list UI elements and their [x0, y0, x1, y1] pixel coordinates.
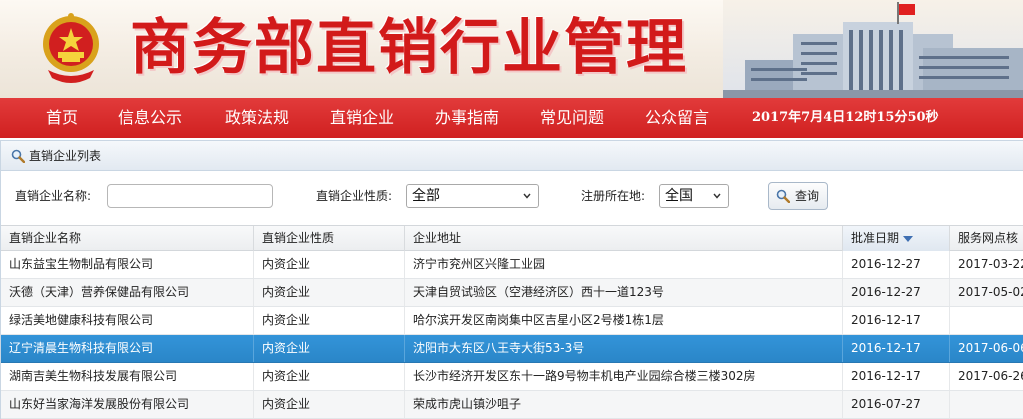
cell-approval-date: 2016-12-17	[843, 307, 950, 334]
cell-company-name: 辽宁清晨生物科技有限公司	[1, 335, 254, 362]
column-header-approval-date[interactable]: 批准日期	[843, 226, 950, 251]
cell-service-outlets: 2017-06-26	[958, 369, 1023, 383]
region-label: 注册所在地:	[581, 189, 646, 203]
column-header-address[interactable]: 企业地址	[405, 226, 843, 251]
cell-approval-date: 2016-07-27	[843, 391, 950, 418]
cell-address: 沈阳市大东区八王寺大街53-3号	[405, 335, 843, 362]
national-emblem-icon	[43, 13, 99, 83]
company-table: 直销企业名称 直销企业性质 企业地址 批准日期 服务网点核 山东益宝生物制品有限…	[1, 225, 1023, 419]
table-row[interactable]: 山东益宝生物制品有限公司 内资企业 济宁市兖州区兴隆工业园 2016-12-27…	[1, 251, 1023, 279]
main-nav: 首页 信息公示 政策法规 直销企业 办事指南 常见问题 公众留言 2017年7月…	[0, 98, 1023, 138]
query-button[interactable]: 查询	[768, 182, 828, 210]
query-button-label: 查询	[795, 189, 820, 203]
cell-company-name: 湖南吉美生物科技发展有限公司	[1, 363, 254, 390]
date-time-clock: 2017年7月4日12时15分50秒	[752, 110, 939, 125]
nav-item-policies[interactable]: 政策法规	[225, 98, 289, 138]
cell-company-type: 内资企业	[254, 279, 405, 306]
magnifier-icon	[11, 149, 25, 163]
table-row[interactable]: 沃德（天津）营养保健品有限公司 内资企业 天津自贸试验区（空港经济区）西十一道1…	[1, 279, 1023, 307]
column-header-company-type[interactable]: 直销企业性质	[254, 226, 405, 251]
header-banner: 商务部直销行业管理	[0, 0, 1023, 98]
cell-company-name: 沃德（天津）营养保健品有限公司	[1, 279, 254, 306]
cell-address: 济宁市兖州区兴隆工业园	[405, 251, 843, 278]
cell-company-type: 内资企业	[254, 251, 405, 278]
column-header-service-outlets[interactable]: 服务网点核	[950, 226, 1023, 251]
table-row-selected[interactable]: 辽宁清晨生物科技有限公司 内资企业 沈阳市大东区八王寺大街53-3号 2016-…	[1, 335, 1023, 363]
cell-address: 长沙市经济开发区东十一路9号物丰机电产业园综合楼三楼302房	[405, 363, 843, 390]
cell-service-outlets	[950, 307, 1023, 334]
cell-service-outlets: 2017-03-22	[958, 257, 1023, 271]
nav-item-faq[interactable]: 常见问题	[540, 98, 604, 138]
cell-company-name: 山东益宝生物制品有限公司	[1, 251, 254, 278]
approval-date-header-label: 批准日期	[851, 231, 900, 245]
cell-company-type: 内资企业	[254, 335, 405, 362]
cell-approval-date: 2016-12-27	[843, 279, 950, 306]
cell-company-type: 内资企业	[254, 391, 405, 418]
panel-header: 直销企业列表	[1, 141, 1023, 171]
cell-address: 哈尔滨开发区南岗集中区吉星小区2号楼1栋1层	[405, 307, 843, 334]
cell-approval-date: 2016-12-17	[843, 363, 950, 390]
cell-company-name: 山东好当家海洋发展股份有限公司	[1, 391, 254, 418]
cell-service-outlets	[950, 391, 1023, 418]
region-value: 全国	[665, 188, 693, 204]
company-type-label: 直销企业性质:	[316, 189, 393, 203]
sort-desc-icon	[903, 235, 914, 242]
panel-title: 直销企业列表	[29, 149, 102, 163]
company-name-input[interactable]	[107, 184, 273, 208]
nav-item-home[interactable]: 首页	[46, 98, 78, 138]
filter-bar: 直销企业名称: 直销企业性质: 全部 注册所在地: 全国 查询	[1, 172, 1023, 222]
cell-service-outlets: 2017-05-02	[958, 285, 1023, 299]
cell-company-name: 绿活美地健康科技有限公司	[1, 307, 254, 334]
column-header-company-name[interactable]: 直销企业名称	[1, 226, 254, 251]
nav-item-public-message[interactable]: 公众留言	[645, 98, 709, 138]
cell-address: 荣成市虎山镇沙咀子	[405, 391, 843, 418]
cell-address: 天津自贸试验区（空港经济区）西十一道123号	[405, 279, 843, 306]
nav-item-service-guide[interactable]: 办事指南	[435, 98, 499, 138]
ministry-building-image	[723, 0, 1023, 98]
chevron-down-icon	[523, 193, 531, 199]
cell-service-outlets: 2017-06-06	[958, 341, 1023, 355]
company-type-select[interactable]: 全部	[406, 184, 539, 208]
site-title: 商务部直销行业管理	[130, 13, 688, 83]
cell-approval-date: 2016-12-27	[843, 251, 950, 278]
chevron-down-icon	[713, 193, 721, 199]
table-header: 直销企业名称 直销企业性质 企业地址 批准日期 服务网点核	[1, 225, 1023, 251]
cell-company-type: 内资企业	[254, 307, 405, 334]
search-icon	[776, 189, 790, 203]
cell-company-type: 内资企业	[254, 363, 405, 390]
nav-item-direct-sales-companies[interactable]: 直销企业	[330, 98, 394, 138]
table-row[interactable]: 湖南吉美生物科技发展有限公司 内资企业 长沙市经济开发区东十一路9号物丰机电产业…	[1, 363, 1023, 391]
cell-approval-date: 2016-12-17	[843, 335, 950, 362]
company-name-label: 直销企业名称:	[15, 189, 92, 203]
company-type-value: 全部	[412, 188, 440, 204]
table-row[interactable]: 绿活美地健康科技有限公司 内资企业 哈尔滨开发区南岗集中区吉星小区2号楼1栋1层…	[1, 307, 1023, 335]
table-row[interactable]: 山东好当家海洋发展股份有限公司 内资企业 荣成市虎山镇沙咀子 2016-07-2…	[1, 391, 1023, 419]
nav-item-info-publicity[interactable]: 信息公示	[118, 98, 182, 138]
company-list-panel: 直销企业列表 直销企业名称: 直销企业性质: 全部 注册所在地: 全国 查询 直…	[0, 140, 1023, 419]
region-select[interactable]: 全国	[659, 184, 729, 208]
